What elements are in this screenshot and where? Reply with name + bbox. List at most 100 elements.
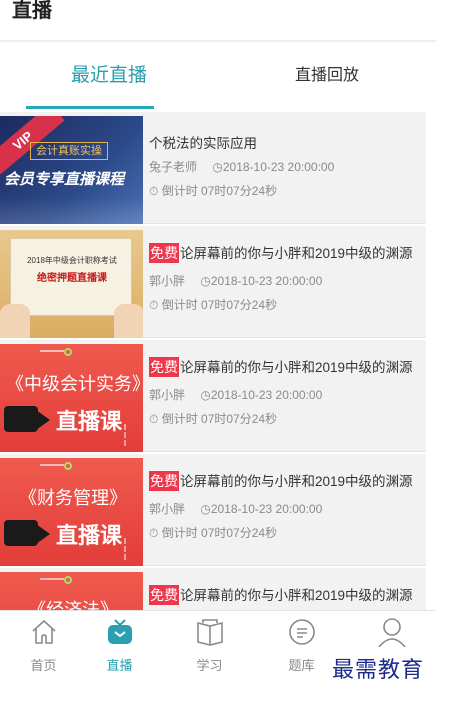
course-meta: 郭小胖 ◷2018-10-23 20:00:00 (149, 386, 322, 403)
thumbnail-line2: 直播课 (56, 409, 123, 434)
teacher-name: 郭小胖 (149, 274, 186, 288)
timer-icon: ⏱ (149, 184, 162, 198)
countdown: ⏱ 倒计时 07时07分24秒 (149, 524, 277, 541)
thumbnail-headline: 会员专享直播课程 (4, 171, 125, 188)
camera-lens-icon (36, 410, 50, 430)
course-title-text: 论屏幕前的你与小胖和2019中级的渊源 (180, 474, 413, 489)
course-thumbnail: 《经济法》 (0, 572, 143, 610)
teacher-name: 郭小胖 (149, 502, 186, 516)
free-badge: 免费 (149, 471, 179, 491)
countdown-text: 倒计时 07时07分24秒 (161, 412, 278, 426)
free-badge: 免费 (149, 585, 179, 605)
tab-active-indicator (26, 106, 154, 109)
course-title-text: 论屏幕前的你与小胖和2019中级的渊源 (180, 360, 413, 375)
thumbnail-decoration (0, 196, 143, 224)
course-title: 免费 论屏幕前的你与小胖和2019中级的渊源 (149, 470, 413, 491)
course-thumbnail: VIP 会计真账实操 会员专享直播课程 (0, 116, 143, 224)
nav-study[interactable]: 学习 (166, 611, 253, 681)
course-info: 个税法的实际应用 兔子老师 ◷2018-10-23 20:00:00 ⏱ 倒计时… (149, 112, 426, 224)
clock-icon: ◷ (212, 160, 223, 174)
timer-icon: ⏱ (149, 298, 162, 312)
course-card[interactable]: VIP 会计真账实操 会员专享直播课程 个税法的实际应用 兔子老师 ◷2018-… (0, 112, 426, 224)
watermark: 最需教育 (332, 658, 425, 683)
thumbnail-line1: 《财务管理》 (19, 488, 127, 508)
camera-icon (4, 406, 38, 432)
course-meta: 兔子老师 ◷2018-10-23 20:00:00 (149, 158, 334, 175)
course-title-text: 论屏幕前的你与小胖和2019中级的渊源 (180, 246, 413, 261)
tab-live-replay[interactable]: 直播回放 (218, 42, 436, 110)
top-bar: 直播 (0, 0, 436, 40)
course-thumbnail: 《财务管理》 直播课 (0, 458, 143, 566)
live-screen: 直播 最近直播 直播回放 VIP 会计真账实操 会员专享直播课程 个税法的实际应… (0, 0, 456, 702)
thumbnail-subtitle: 会计真账实操 (30, 142, 108, 160)
teacher-name: 兔子老师 (149, 160, 198, 174)
start-time: 2018-10-23 20:00:00 (210, 274, 323, 288)
course-card[interactable]: 2018年中级会计职称考试 绝密押题直播课 免费 论屏幕前的你与小胖和2019中级… (0, 226, 426, 338)
thumbnail-decoration (40, 350, 64, 360)
course-title: 免费 论屏幕前的你与小胖和2019中级的渊源 (149, 242, 413, 263)
course-card[interactable]: 《财务管理》 直播课 免费 论屏幕前的你与小胖和2019中级的渊源 郭小胖 ◷20… (0, 454, 426, 566)
start-time: 2018-10-23 20:00:00 (210, 502, 323, 516)
clock-icon: ◷ (200, 274, 211, 288)
course-meta: 郭小胖 ◷2018-10-23 20:00:00 (149, 500, 322, 517)
clock-icon: ◷ (200, 502, 211, 516)
course-title-text: 个税法的实际应用 (149, 136, 257, 151)
countdown-text: 倒计时 07时07分24秒 (161, 298, 278, 312)
thumbnail-hand-left (0, 304, 30, 338)
nav-live[interactable]: 直播 (76, 611, 163, 681)
countdown: ⏱ 倒计时 07时07分24秒 (149, 182, 277, 199)
timer-icon: ⏱ (149, 526, 162, 540)
question-bank-icon (288, 619, 315, 645)
tab-recent-live[interactable]: 最近直播 (0, 42, 218, 110)
thumbnail-decoration (64, 462, 72, 470)
course-meta: 郭小胖 ◷2018-10-23 20:00:00 (149, 272, 322, 289)
thumbnail-line2: 绝密押题直播课 (37, 273, 107, 284)
course-title-text: 论屏幕前的你与小胖和2019中级的渊源 (180, 588, 413, 603)
course-info: 免费 论屏幕前的你与小胖和2019中级的渊源 (149, 568, 426, 610)
thumbnail-decoration (40, 578, 64, 588)
course-card[interactable]: 《经济法》 免费 论屏幕前的你与小胖和2019中级的渊源 (0, 568, 426, 610)
thumbnail-decoration (124, 424, 140, 446)
home-icon (31, 619, 56, 644)
nav-label: 首页 (30, 658, 57, 673)
course-info: 免费 论屏幕前的你与小胖和2019中级的渊源 郭小胖 ◷2018-10-23 20… (149, 226, 426, 338)
thumbnail-line1: 《经济法》 (28, 600, 118, 610)
course-title: 免费 论屏幕前的你与小胖和2019中级的渊源 (149, 356, 413, 377)
start-time: 2018-10-23 20:00:00 (222, 160, 335, 174)
countdown-text: 倒计时 07时07分24秒 (161, 526, 278, 540)
course-thumbnail: 《中级会计实务》 直播课 (0, 344, 143, 452)
course-list[interactable]: VIP 会计真账实操 会员专享直播课程 个税法的实际应用 兔子老师 ◷2018-… (0, 112, 436, 610)
timer-icon: ⏱ (149, 412, 162, 426)
thumbnail-decoration (40, 464, 64, 474)
page-title: 直播 (12, 0, 52, 22)
thumbnail-decoration (64, 348, 72, 356)
thumbnail-line2: 直播课 (56, 523, 123, 548)
camera-icon (4, 520, 38, 546)
thumbnail-line1: 《中级会计实务》 (6, 374, 140, 394)
course-title: 免费 论屏幕前的你与小胖和2019中级的渊源 (149, 584, 413, 605)
book-icon (196, 619, 223, 646)
countdown-text: 倒计时 07时07分24秒 (161, 184, 278, 198)
teacher-name: 郭小胖 (149, 388, 186, 402)
course-title: 个税法的实际应用 (149, 132, 257, 152)
tab-bar: 最近直播 直播回放 (0, 42, 436, 110)
nav-label: 直播 (106, 658, 133, 673)
countdown: ⏱ 倒计时 07时07分24秒 (149, 296, 277, 313)
thumbnail-envelope: 2018年中级会计职称考试 绝密押题直播课 (10, 238, 132, 316)
free-badge: 免费 (149, 357, 179, 377)
tv-icon (107, 619, 132, 644)
thumbnail-decoration (64, 576, 72, 584)
course-info: 免费 论屏幕前的你与小胖和2019中级的渊源 郭小胖 ◷2018-10-23 20… (149, 340, 426, 452)
thumbnail-hand-right (114, 304, 143, 338)
course-card[interactable]: 《中级会计实务》 直播课 免费 论屏幕前的你与小胖和2019中级的渊源 郭小胖 ◷… (0, 340, 426, 452)
camera-lens-icon (36, 524, 50, 544)
clock-icon: ◷ (200, 388, 211, 402)
thumbnail-decoration (124, 538, 140, 560)
profile-icon (377, 618, 406, 647)
start-time: 2018-10-23 20:00:00 (210, 388, 323, 402)
course-info: 免费 论屏幕前的你与小胖和2019中级的渊源 郭小胖 ◷2018-10-23 20… (149, 454, 426, 566)
nav-home[interactable]: 首页 (0, 611, 87, 681)
nav-label: 学习 (196, 658, 223, 673)
course-thumbnail: 2018年中级会计职称考试 绝密押题直播课 (0, 230, 143, 338)
free-badge: 免费 (149, 243, 179, 263)
